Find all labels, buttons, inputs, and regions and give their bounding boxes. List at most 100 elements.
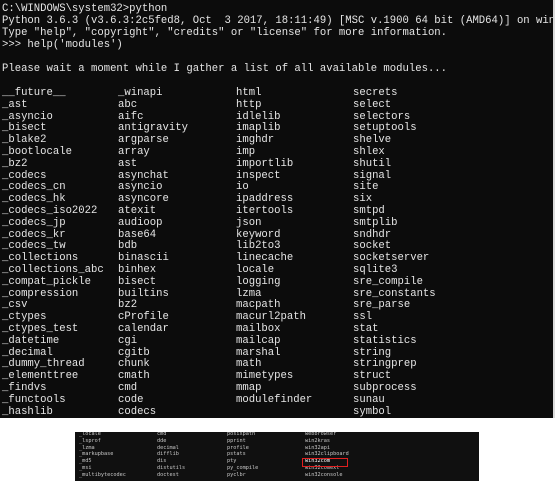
module-name: stringprep: [353, 358, 417, 371]
module-name: aifc: [118, 110, 144, 123]
module-name: cmath: [118, 370, 150, 383]
module-name: importlib: [236, 157, 294, 170]
thumbnail-terminal: _locale _lsprof _lzma _markupbase _md5 _msi _m…: [75, 432, 479, 481]
module-name: _hashlib: [2, 405, 53, 418]
module-name: string: [353, 346, 392, 359]
thumbnail-module-name: _markupbase: [79, 451, 114, 458]
module-name: _asyncio: [2, 110, 53, 123]
module-name: _codecs_jp: [2, 216, 66, 229]
module-name: _codecs_kr: [2, 228, 66, 241]
module-name: ipaddress: [236, 193, 294, 206]
module-name: mmap: [236, 382, 262, 394]
module-name: cgitb: [118, 346, 150, 359]
module-name: array: [118, 146, 150, 158]
module-name: chunk: [118, 358, 150, 371]
module-name: ssl: [353, 311, 373, 324]
module-name: _ctypes_test: [2, 323, 79, 335]
module-name: mailbox: [236, 323, 281, 335]
module-name: _winapi: [118, 87, 163, 99]
module-name: stat: [353, 323, 379, 335]
module-name: io: [236, 181, 249, 194]
thumbnail-module-name: dde: [157, 437, 167, 444]
highlight-box: [302, 457, 348, 467]
module-name: _datetime: [2, 334, 60, 347]
thumbnail-module-name: _lsprof: [79, 437, 101, 444]
thumbnail-module-name: pty: [227, 458, 237, 465]
module-name: asyncio: [118, 181, 163, 194]
module-name: _collections: [2, 252, 79, 265]
module-name: logging: [236, 275, 281, 288]
module-name: shlex: [353, 146, 385, 158]
module-name: lzma: [236, 287, 262, 300]
module-name: _bootlocale: [2, 146, 72, 158]
module-name: _compat_pickle: [2, 275, 92, 288]
module-name: signal: [353, 169, 392, 182]
module-name: ast: [118, 157, 138, 170]
module-name: _blake2: [2, 134, 47, 147]
module-name: imghdr: [236, 134, 275, 147]
module-name: imp: [236, 146, 256, 158]
module-name: shutil: [353, 157, 392, 170]
module-name: _codecs_tw: [2, 240, 66, 253]
module-name: locale: [236, 264, 275, 276]
module-name: socket: [353, 240, 392, 253]
module-name: abc: [118, 98, 138, 111]
thumbnail-module-name: win32api: [305, 444, 330, 451]
thumbnail-module-name: win2kras: [305, 437, 330, 444]
module-name: atexit: [118, 205, 157, 217]
module-name: keyword: [236, 228, 281, 241]
module-name: mailcap: [236, 334, 281, 347]
module-name: site: [353, 181, 379, 194]
module-name: _bisect: [2, 122, 47, 135]
module-name: binascii: [118, 252, 169, 265]
thumbnail-module-name: _msi: [79, 465, 92, 471]
module-name: modulefinder: [236, 393, 313, 406]
thumbnail-module-name: _md5: [79, 458, 92, 465]
module-name: statistics: [353, 334, 417, 347]
module-name: _collections_abc: [2, 264, 104, 276]
module-name: _codecs_cn: [2, 181, 66, 194]
module-name: idlelib: [236, 110, 281, 123]
module-name: bdb: [118, 240, 138, 253]
module-name: bz2: [118, 299, 138, 312]
module-name: builtins: [118, 287, 169, 300]
thumbnail-module-name: py_compile: [227, 465, 259, 471]
thumbnail-module-name: distutils: [157, 465, 186, 471]
gathering-modules-message: Please wait a moment while I gather a li…: [2, 63, 448, 75]
thumbnail-module-name: dis: [157, 458, 167, 465]
module-name: asynchat: [118, 169, 169, 182]
thumbnail-module-name: pprint: [227, 437, 246, 444]
module-name: struct: [353, 370, 392, 383]
module-name: _compression: [2, 287, 79, 300]
module-name: json: [236, 216, 262, 229]
module-name: _codecs: [2, 169, 47, 182]
module-name: _decimal: [2, 346, 53, 359]
module-name: sndhdr: [353, 228, 392, 241]
module-name: antigravity: [118, 122, 188, 135]
module-name: sqlite3: [353, 264, 398, 276]
module-name: smtpd: [353, 205, 385, 217]
terminal-window[interactable]: C:\WINDOWS\system32>python Python 3.6.3 …: [0, 0, 553, 418]
thumbnail-module-name: profile: [227, 444, 249, 451]
help-modules-command: >>> help('modules'): [2, 39, 123, 51]
module-name: socketserver: [353, 252, 430, 265]
module-name: __future__: [2, 87, 66, 99]
module-name: audioop: [118, 216, 163, 229]
thumbnail-module-name: _multibytecodec: [79, 471, 126, 478]
module-name: bisect: [118, 275, 157, 288]
module-name: mimetypes: [236, 370, 294, 383]
module-name: setuptools: [353, 122, 417, 135]
module-name: cmd: [118, 382, 138, 394]
thumbnail-module-name: decimal: [157, 444, 179, 451]
module-name: marshal: [236, 346, 281, 359]
module-name: _ast: [2, 98, 28, 111]
module-name: codecs: [118, 405, 157, 418]
thumbnail-module-name: difflib: [157, 451, 179, 458]
module-name: sre_constants: [353, 287, 436, 300]
module-name: _codecs_iso2022: [2, 205, 98, 217]
module-name: _dummy_thread: [2, 358, 85, 371]
module-name: symbol: [353, 405, 392, 418]
module-name: asyncore: [118, 193, 169, 206]
module-name: _codecs_hk: [2, 193, 66, 206]
module-name: _csv: [2, 299, 28, 312]
